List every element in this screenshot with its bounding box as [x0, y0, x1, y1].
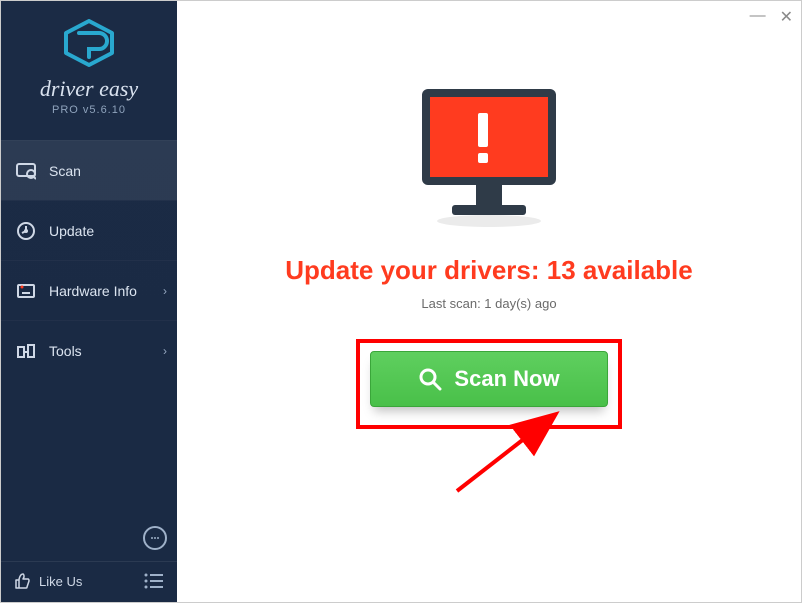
scan-button-highlight-box: Scan Now	[356, 339, 622, 429]
magnifier-icon	[418, 367, 442, 391]
nav: Scan Update Hardware Info › Tools	[1, 140, 177, 380]
like-us-button[interactable]: Like Us	[13, 572, 82, 590]
app-window: driver easy PRO v5.6.10 Scan Update	[0, 0, 802, 603]
sidebar-item-scan[interactable]: Scan	[1, 140, 177, 200]
sidebar-item-update[interactable]: Update	[1, 200, 177, 260]
app-logo-icon	[62, 19, 116, 67]
like-us-label: Like Us	[39, 574, 82, 589]
sidebar: driver easy PRO v5.6.10 Scan Update	[1, 1, 177, 602]
main-area: — ✕ Update your drivers: 13 available La…	[177, 1, 801, 602]
sidebar-item-label: Scan	[49, 163, 81, 179]
scan-now-label: Scan Now	[454, 366, 559, 392]
alert-monitor-icon	[404, 81, 574, 231]
chevron-right-icon: ›	[163, 284, 167, 298]
sidebar-item-label: Hardware Info	[49, 283, 137, 299]
thumbs-up-icon	[13, 572, 31, 590]
sidebar-bottom-bar: Like Us	[1, 561, 177, 602]
close-button[interactable]: ✕	[780, 7, 793, 27]
sidebar-item-label: Tools	[49, 343, 82, 359]
menu-list-icon[interactable]	[143, 572, 165, 590]
sidebar-item-hardware-info[interactable]: Hardware Info ›	[1, 260, 177, 320]
sidebar-item-tools[interactable]: Tools ›	[1, 320, 177, 380]
content-center: Update your drivers: 13 available Last s…	[177, 81, 801, 429]
sidebar-item-label: Update	[49, 223, 94, 239]
logo-block: driver easy PRO v5.6.10	[1, 1, 177, 126]
headline-text: Update your drivers: 13 available	[285, 255, 693, 286]
minimize-button[interactable]: —	[750, 7, 766, 27]
chevron-right-icon: ›	[163, 344, 167, 358]
brand-name: driver easy	[1, 78, 177, 100]
version-label: PRO v5.6.10	[1, 104, 177, 116]
sidebar-floating-icons	[143, 526, 167, 550]
scan-icon	[15, 160, 37, 182]
last-scan-text: Last scan: 1 day(s) ago	[421, 296, 556, 311]
window-controls: — ✕	[750, 7, 793, 27]
tools-icon	[15, 340, 37, 362]
hardware-info-icon	[15, 280, 37, 302]
scan-now-button[interactable]: Scan Now	[370, 351, 608, 407]
update-icon	[15, 220, 37, 242]
feedback-icon[interactable]	[143, 526, 167, 550]
